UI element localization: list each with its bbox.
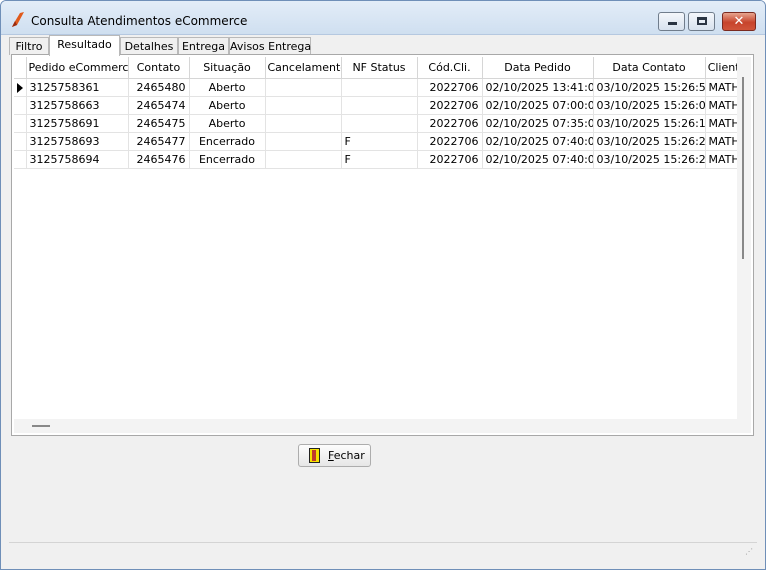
table-row[interactable]: 3125758693 2465477 Encerrado F 2022706 0…: [14, 132, 737, 151]
cell-contato[interactable]: 2465474: [128, 96, 190, 115]
window-title: Consulta Atendimentos eCommerce: [31, 14, 248, 28]
cell-cancelamento[interactable]: [265, 96, 342, 115]
status-bar: ⋰: [9, 542, 757, 562]
cell-nf-status[interactable]: [341, 114, 418, 133]
cell-cancelamento[interactable]: [265, 114, 342, 133]
cell-data-pedido[interactable]: 02/10/2025 07:40:00: [482, 132, 594, 151]
result-table: Pedido eCommerce Contato Situação Cancel…: [14, 57, 737, 169]
cell-data-pedido[interactable]: 02/10/2025 07:00:00: [482, 96, 594, 115]
column-header[interactable]: Pedido eCommerce: [26, 57, 129, 79]
cell-data-pedido[interactable]: 02/10/2025 07:40:00: [482, 150, 594, 169]
table-header-row: Pedido eCommerce Contato Situação Cancel…: [14, 57, 737, 79]
cell-cod-cli[interactable]: 2022706: [417, 78, 483, 97]
cell-pedido[interactable]: 3125758361: [26, 78, 129, 97]
fechar-button[interactable]: Fechar: [298, 444, 371, 467]
cell-data-contato[interactable]: 03/10/2025 15:26:07: [593, 96, 706, 115]
maximize-icon: [697, 17, 707, 25]
table-row[interactable]: 3125758691 2465475 Aberto 2022706 02/10/…: [14, 114, 737, 133]
cell-cliente[interactable]: MATH: [705, 78, 737, 97]
app-logo-icon: [12, 12, 24, 27]
cell-pedido[interactable]: 3125758694: [26, 150, 129, 169]
cell-data-contato[interactable]: 03/10/2025 15:26:57: [593, 78, 706, 97]
cell-nf-status[interactable]: F: [341, 150, 418, 169]
row-indicator: [14, 78, 27, 97]
table-row[interactable]: 3125758663 2465474 Aberto 2022706 02/10/…: [14, 96, 737, 115]
cell-cliente[interactable]: MATH: [705, 150, 737, 169]
cell-nf-status[interactable]: F: [341, 132, 418, 151]
cell-pedido[interactable]: 3125758693: [26, 132, 129, 151]
tab-avisos-entrega[interactable]: Avisos Entrega: [229, 37, 311, 55]
column-header[interactable]: Contato: [128, 57, 190, 79]
column-header[interactable]: Situação: [189, 57, 266, 79]
resize-grip-icon[interactable]: ⋰: [743, 548, 753, 560]
cell-data-contato[interactable]: 03/10/2025 15:26:27: [593, 132, 706, 151]
cell-contato[interactable]: 2465480: [128, 78, 190, 97]
column-header[interactable]: Data Contato: [593, 57, 706, 79]
maximize-button[interactable]: [688, 12, 715, 31]
cell-cliente[interactable]: MATH: [705, 114, 737, 133]
cell-contato[interactable]: 2465475: [128, 114, 190, 133]
cell-situacao[interactable]: Encerrado: [189, 150, 266, 169]
tab-entrega[interactable]: Entrega: [178, 37, 229, 55]
cell-contato[interactable]: 2465477: [128, 132, 190, 151]
cell-data-contato[interactable]: 03/10/2025 15:26:22: [593, 150, 706, 169]
cell-situacao[interactable]: Aberto: [189, 114, 266, 133]
cell-cancelamento[interactable]: [265, 150, 342, 169]
tab-filtro[interactable]: Filtro: [9, 37, 49, 55]
close-button[interactable]: ✕: [722, 12, 756, 31]
scrollbar-corner: [737, 419, 751, 433]
fechar-button-label: Fechar: [328, 449, 365, 462]
minimize-button[interactable]: [658, 12, 685, 31]
cell-cod-cli[interactable]: 2022706: [417, 132, 483, 151]
indicator-header: [14, 57, 27, 79]
cell-data-pedido[interactable]: 02/10/2025 13:41:00: [482, 78, 594, 97]
cell-contato[interactable]: 2465476: [128, 150, 190, 169]
cell-situacao[interactable]: Encerrado: [189, 132, 266, 151]
cell-data-pedido[interactable]: 02/10/2025 07:35:00: [482, 114, 594, 133]
horizontal-scrollbar[interactable]: [14, 419, 737, 433]
minimize-icon: [668, 22, 677, 25]
horizontal-scroll-thumb[interactable]: [32, 425, 50, 427]
cell-cod-cli[interactable]: 2022706: [417, 150, 483, 169]
cell-nf-status[interactable]: [341, 96, 418, 115]
cell-cancelamento[interactable]: [265, 132, 342, 151]
cell-data-contato[interactable]: 03/10/2025 15:26:18: [593, 114, 706, 133]
title-bar[interactable]: Consulta Atendimentos eCommerce ✕: [1, 1, 765, 35]
cell-cliente[interactable]: MATH: [705, 132, 737, 151]
current-row-arrow-icon: [17, 82, 23, 93]
cell-cliente[interactable]: MATH: [705, 96, 737, 115]
row-indicator: [14, 114, 27, 133]
column-header[interactable]: Cancelamento: [265, 57, 342, 79]
tab-resultado[interactable]: Resultado: [49, 35, 120, 56]
vertical-scrollbar[interactable]: [737, 57, 751, 419]
cell-cancelamento[interactable]: [265, 78, 342, 97]
column-header[interactable]: NF Status: [341, 57, 418, 79]
row-indicator: [14, 132, 27, 151]
cell-cod-cli[interactable]: 2022706: [417, 96, 483, 115]
exit-door-icon: [309, 448, 320, 463]
cell-situacao[interactable]: Aberto: [189, 96, 266, 115]
result-panel: Pedido eCommerce Contato Situação Cancel…: [11, 54, 754, 436]
column-header[interactable]: Data Pedido: [482, 57, 594, 79]
fechar-label-rest: echar: [333, 449, 365, 462]
cell-nf-status[interactable]: [341, 78, 418, 97]
tab-detalhes[interactable]: Detalhes: [120, 37, 178, 55]
app-window: Consulta Atendimentos eCommerce ✕ Filtro…: [0, 0, 766, 570]
row-indicator: [14, 96, 27, 115]
vertical-scroll-thumb[interactable]: [742, 77, 744, 259]
cell-cod-cli[interactable]: 2022706: [417, 114, 483, 133]
table-row[interactable]: 3125758361 2465480 Aberto 2022706 02/10/…: [14, 78, 737, 97]
row-indicator: [14, 150, 27, 169]
table-row[interactable]: 3125758694 2465476 Encerrado F 2022706 0…: [14, 150, 737, 169]
column-header[interactable]: Cliente: [705, 57, 737, 79]
column-header[interactable]: Cód.Cli.: [417, 57, 483, 79]
cell-situacao[interactable]: Aberto: [189, 78, 266, 97]
cell-pedido[interactable]: 3125758663: [26, 96, 129, 115]
result-grid[interactable]: Pedido eCommerce Contato Situação Cancel…: [14, 57, 737, 419]
close-icon: ✕: [733, 14, 745, 29]
cell-pedido[interactable]: 3125758691: [26, 114, 129, 133]
